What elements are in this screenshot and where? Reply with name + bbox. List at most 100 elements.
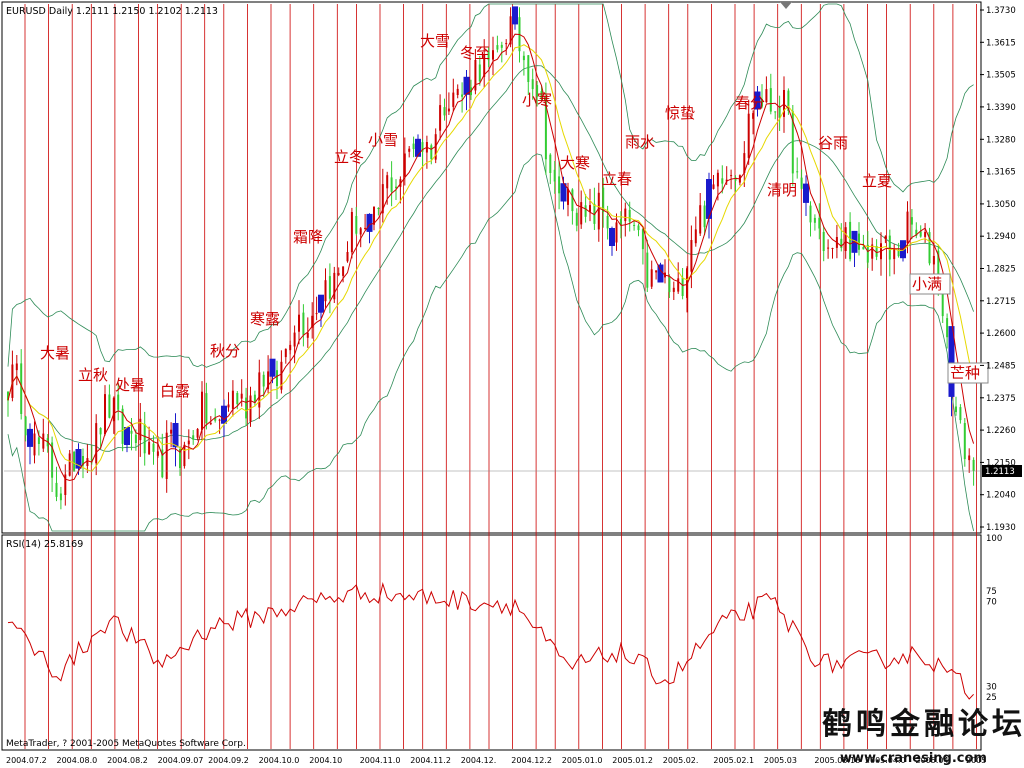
candle-body <box>108 394 111 418</box>
candle-body <box>231 390 234 409</box>
candle-body <box>37 437 40 444</box>
candle-body <box>827 247 830 249</box>
candle-body <box>699 205 702 234</box>
candle-body <box>139 418 142 441</box>
symbol-header: EURUSD Daily 1.2111 1.2150 1.2102 1.2113 <box>6 6 218 17</box>
candle-body <box>390 177 393 192</box>
candle-body <box>293 332 296 347</box>
candle-body <box>778 107 781 118</box>
candle-body <box>955 406 957 413</box>
candle-body <box>33 433 36 456</box>
candle-body <box>703 205 706 228</box>
candle-body <box>628 209 631 222</box>
date-tick-label: 2005.02. <box>663 756 699 765</box>
candle-body <box>148 441 151 455</box>
candle-body <box>337 273 340 275</box>
candle-body <box>377 208 380 209</box>
candle-body <box>187 440 190 445</box>
candle-body <box>655 270 658 273</box>
candle-body <box>672 287 675 292</box>
candle-body <box>27 428 33 447</box>
candle-body <box>584 205 587 217</box>
candle-body <box>800 177 803 189</box>
candle-body <box>156 451 159 456</box>
price-tick-label: 1.3050 <box>986 200 1016 210</box>
candle-body <box>262 374 265 387</box>
term-label: 芒种 <box>950 364 980 382</box>
candle-body <box>633 225 636 226</box>
candle-body <box>236 393 239 405</box>
price-tick-label: 1.3615 <box>986 38 1016 48</box>
date-tick-label: 2004.11.2 <box>410 756 451 765</box>
candle-body <box>117 394 120 410</box>
term-label: 小寒 <box>522 91 552 109</box>
candle-body <box>245 397 248 419</box>
candle-body <box>500 44 503 48</box>
date-tick-label: 2004.11.0 <box>360 756 401 765</box>
watermark-url: www.cranesing.com <box>840 751 987 766</box>
candle-body <box>505 43 508 45</box>
term-label: 大寒 <box>560 154 590 172</box>
candle-body <box>165 432 168 479</box>
candle-body <box>924 231 927 237</box>
candle-body <box>527 55 530 82</box>
candle-body <box>172 423 179 448</box>
price-tick-label: 1.2040 <box>986 491 1016 501</box>
term-label: 白露 <box>160 382 190 400</box>
term-label: 惊蛰 <box>665 104 695 122</box>
candle-body <box>359 228 362 235</box>
current-price-label: 1.2113 <box>985 467 1015 477</box>
candle-body <box>774 111 777 113</box>
candle-body <box>752 113 755 119</box>
candle-body <box>408 148 411 152</box>
term-label: 小满 <box>912 275 942 293</box>
candle-body <box>567 188 569 205</box>
candle-body <box>439 105 442 131</box>
term-label: 霜降 <box>293 228 323 246</box>
term-label: 立夏 <box>862 172 892 190</box>
candle-body <box>366 213 373 232</box>
candle-body <box>183 444 186 467</box>
candle-body <box>355 216 358 234</box>
candle-body <box>730 175 733 177</box>
candle-body <box>412 143 415 150</box>
candle-body <box>803 183 809 203</box>
price-tick-label: 1.2260 <box>986 426 1016 436</box>
candle-body <box>637 225 640 231</box>
rsi-tick-label: 70 <box>986 598 997 608</box>
term-label: 立冬 <box>334 148 364 166</box>
candle-body <box>496 45 499 50</box>
candle-body <box>580 202 583 225</box>
candle-body <box>849 221 852 260</box>
candle-body <box>549 154 552 173</box>
candle-body <box>831 248 834 249</box>
candle-body <box>553 169 556 182</box>
candle-body <box>55 482 58 497</box>
candle-body <box>959 407 962 421</box>
chart-window[interactable]: 大暑立秋处暑 白露 秋分寒露 霜降 立冬小雪 大雪冬至小寒大寒立春 雨水惊蛰 春分清明 谷雨立夏… <box>0 0 1024 768</box>
term-label: 冬至 <box>460 44 490 62</box>
candle-body <box>269 358 276 377</box>
candle-body <box>809 205 812 223</box>
candle-body <box>822 232 825 251</box>
date-tick-label: 2005.01.2 <box>612 756 653 765</box>
candle-body <box>306 332 309 338</box>
date-tick-label: 2004.10.0 <box>259 756 300 765</box>
candle-body <box>906 211 909 244</box>
candle-body <box>112 397 115 422</box>
candle-body <box>712 184 715 189</box>
candle-body <box>134 434 137 443</box>
candle-body <box>716 172 719 187</box>
date-tick-label: 2004.09.2 <box>208 756 249 765</box>
candle-body <box>447 108 450 112</box>
candle-body <box>104 394 106 435</box>
date-tick-label: 2005.03 <box>764 756 797 765</box>
candle-body <box>302 312 305 336</box>
candle-body <box>196 429 199 438</box>
rsi-tick-label: 25 <box>986 693 997 703</box>
candle-body <box>73 451 76 472</box>
candle-body <box>844 227 847 251</box>
candle-body <box>968 455 971 461</box>
candle-body <box>866 244 869 263</box>
candle-body <box>650 269 653 287</box>
